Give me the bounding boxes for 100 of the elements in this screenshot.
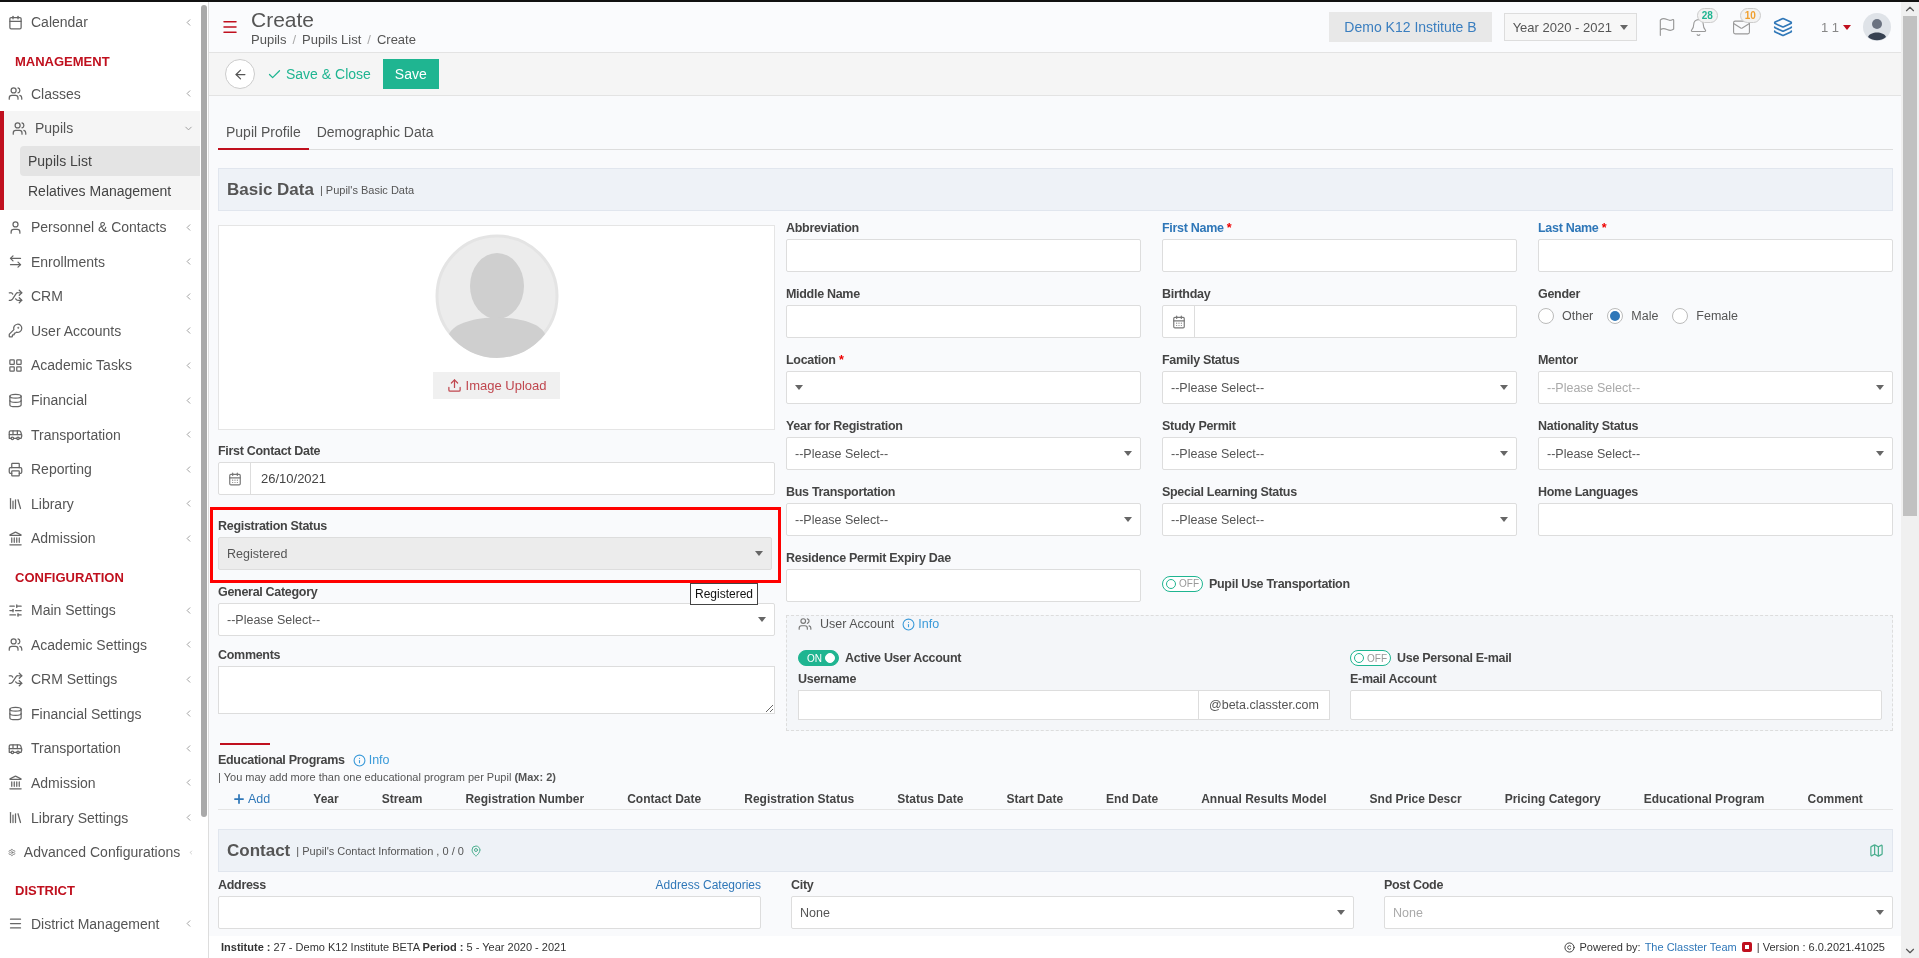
sidebar-item[interactable]: Academic Settings	[0, 627, 200, 662]
field-label: City	[791, 878, 814, 892]
required-mark: *	[838, 353, 844, 367]
radio-label: Female	[1696, 309, 1739, 323]
sidebar-item[interactable]: Financial Settings	[0, 696, 200, 732]
sidebar-item[interactable]: Personnel & Contacts	[0, 209, 200, 245]
required-mark: *	[1601, 221, 1607, 235]
caret-icon	[1843, 24, 1851, 30]
sidebar-item[interactable]: Advanced Configurations	[0, 834, 200, 870]
comments-field[interactable]	[218, 666, 775, 714]
calendar-icon	[227, 471, 242, 486]
sidebar-item[interactable]: Academic Tasks	[0, 348, 200, 383]
sidebar-item[interactable]: Reporting	[0, 451, 200, 487]
radio-button[interactable]	[1538, 308, 1554, 324]
select-field[interactable]: --Please Select--	[786, 437, 1141, 470]
select-field[interactable]: --Please Select--	[1162, 503, 1517, 536]
sidebar-item[interactable]: Library	[0, 486, 200, 522]
input-field[interactable]	[1350, 690, 1882, 720]
image-upload-button[interactable]: Image Upload	[432, 372, 561, 399]
input-field[interactable]	[218, 896, 761, 929]
caret-icon	[1500, 451, 1508, 456]
radio-button[interactable]	[1607, 308, 1624, 324]
column-header: Status Date	[897, 792, 964, 806]
caret-icon	[1876, 385, 1884, 390]
radio-button[interactable]	[1672, 308, 1689, 324]
address-categories-link[interactable]: Address Categories	[655, 878, 761, 896]
input-field[interactable]	[1538, 503, 1893, 536]
select-field[interactable]: --Please Select--	[1162, 371, 1517, 404]
panel-title: User Account	[820, 617, 895, 631]
select-field[interactable]: --Please Select--	[1538, 437, 1893, 470]
copyright-icon	[1564, 941, 1576, 953]
printer-icon	[8, 461, 23, 477]
breadcrumb-link[interactable]: Pupils	[251, 31, 287, 47]
add-button[interactable]: Add	[232, 792, 271, 806]
field-label: Middle Name	[786, 287, 860, 301]
tooltip: Registered	[689, 583, 758, 605]
input-field[interactable]	[1162, 239, 1517, 272]
sidebar-item[interactable]: Admission	[0, 765, 200, 801]
field-label: Study Permit	[1162, 419, 1236, 433]
sidebar-item[interactable]: Classes	[0, 76, 200, 112]
input-field[interactable]	[786, 239, 1141, 272]
message-badge: 10	[1739, 7, 1761, 23]
sidebar-item[interactable]: Financial	[0, 382, 200, 418]
sidebar-item[interactable]: Main Settings	[0, 592, 200, 628]
select-field[interactable]: None	[791, 896, 1354, 929]
back-button[interactable]	[225, 59, 255, 89]
bus-icon	[8, 427, 23, 443]
avatar[interactable]	[1863, 13, 1891, 41]
sidebar-item[interactable]: User Accounts	[0, 313, 200, 349]
year-select[interactable]: Year 2020 - 2021	[1503, 13, 1637, 41]
select-field[interactable]	[786, 371, 1141, 404]
caret-icon	[1124, 517, 1132, 522]
column-header: Registration Status	[744, 792, 855, 806]
sidebar-item[interactable]: CRM Settings	[0, 661, 200, 697]
sidebar-item[interactable]: Library Settings	[0, 800, 200, 835]
select-field[interactable]: --Please Select--	[786, 503, 1141, 536]
field-label: Nationality Status	[1538, 419, 1639, 433]
sidebar-item[interactable]: Transportation	[0, 731, 200, 766]
grid-icon	[8, 357, 23, 373]
logo-icon	[1740, 941, 1753, 953]
select-field[interactable]: --Please Select--	[218, 603, 775, 636]
bank-icon	[8, 775, 23, 791]
sidebar-item[interactable]: Admission	[0, 521, 200, 556]
date-field[interactable]: 26/10/2021	[218, 462, 775, 495]
people-icon	[8, 637, 23, 653]
breadcrumb-separator: /	[292, 31, 297, 47]
field-label: Residence Permit Expiry Dae	[786, 551, 951, 565]
sidebar-item[interactable]: Transportation	[0, 417, 200, 452]
bell-icon[interactable]	[1688, 17, 1708, 37]
scrollbar[interactable]	[1901, 2, 1919, 958]
breadcrumb-link[interactable]: Pupils List	[302, 31, 362, 47]
map-icon[interactable]	[1869, 843, 1884, 858]
date-field[interactable]	[1162, 305, 1517, 338]
menu-icon[interactable]	[221, 18, 239, 36]
tab[interactable]: Pupil Profile	[218, 116, 309, 150]
scrollbar[interactable]	[201, 5, 207, 817]
sidebar-subitem[interactable]: Pupils List	[20, 145, 200, 176]
column-header: Start Date	[1006, 792, 1064, 806]
sidebar-item[interactable]: Pupils	[0, 111, 200, 146]
field-label: Year for Registration	[786, 419, 903, 433]
sidebar-subitem[interactable]: Relatives Management	[20, 175, 200, 206]
field-label: Abbreviation	[786, 221, 859, 235]
column-header: Snd Price Descr	[1369, 792, 1462, 806]
sidebar-item[interactable]: District Management	[0, 906, 200, 942]
input-field[interactable]	[1538, 239, 1893, 272]
sidebar-item[interactable]: Calendar	[0, 5, 200, 40]
team-link[interactable]: The Classter Team	[1644, 941, 1737, 953]
input-field[interactable]	[786, 305, 1141, 338]
powered-by-text: Powered by:	[1579, 941, 1641, 953]
sidebar-item[interactable]: Enrollments	[0, 244, 200, 279]
select-field[interactable]: --Please Select--	[1162, 437, 1517, 470]
layers-icon[interactable]	[1772, 17, 1793, 37]
tab[interactable]: Demographic Data	[308, 116, 442, 150]
field-label: Gender	[1538, 287, 1580, 301]
username-field[interactable]: @beta.classter.com	[798, 690, 1330, 720]
sidebar-item[interactable]: CRM	[0, 278, 200, 314]
sidebar-heading: MANAGEMENT	[14, 52, 111, 71]
institute-button[interactable]: Demo K12 Institute B	[1329, 12, 1492, 42]
input-field[interactable]	[786, 569, 1141, 602]
hint-text: | You may add more than one educational program per Pupil (Max: 2)	[218, 771, 556, 783]
